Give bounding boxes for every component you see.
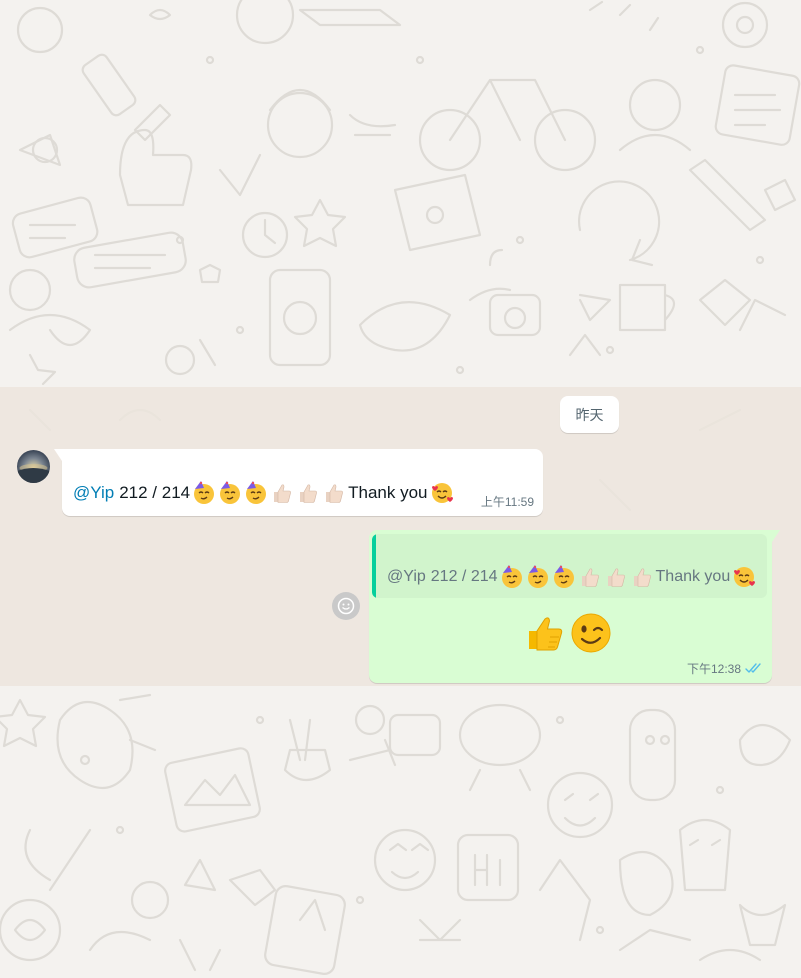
message-suffix: Thank you — [348, 483, 428, 502]
partying-face-icon — [194, 481, 215, 504]
mention-link[interactable]: @Yip — [73, 483, 114, 503]
reaction-button[interactable] — [332, 592, 360, 620]
winking-face-icon — [571, 613, 611, 653]
smiling-face-with-hearts-icon — [431, 483, 453, 503]
date-divider-label: 昨天 — [575, 406, 604, 423]
partying-face-icon — [246, 481, 267, 504]
date-divider: 昨天 — [560, 396, 619, 433]
sender-avatar[interactable] — [17, 450, 50, 483]
quoted-body: 212 / 214 — [430, 568, 498, 585]
smiley-icon — [337, 597, 355, 615]
quote-accent-bar — [372, 534, 376, 598]
smiling-face-with-hearts-icon — [734, 567, 756, 587]
quoted-message[interactable]: @Yip 212 / 214 Thank you — [372, 534, 767, 598]
incoming-message[interactable]: @Yip 212 / 214 Thank you 上午11:59 — [54, 449, 543, 516]
message-meta: 下午12:38 — [687, 660, 763, 677]
quoted-mention: @Yip — [387, 568, 426, 585]
message-timestamp: 上午11:59 — [480, 495, 534, 509]
emoji-only-message — [524, 612, 612, 654]
incoming-message-text: @Yip 212 / 214 Thank you — [73, 481, 456, 505]
thumbs-up-icon — [326, 484, 344, 503]
message-body: 212 / 214 — [119, 483, 191, 502]
thumbs-up-icon — [300, 484, 318, 503]
thumbs-up-icon — [274, 484, 292, 503]
emoji-run — [500, 565, 656, 589]
quoted-suffix: Thank you — [655, 568, 731, 585]
partying-face-icon — [553, 565, 574, 588]
double-check-icon — [745, 663, 761, 673]
partying-face-icon — [527, 565, 548, 588]
thumbs-up-icon — [581, 568, 599, 587]
thumbs-up-icon — [633, 568, 651, 587]
bubble-tail — [772, 530, 780, 542]
thumbs-up-icon — [607, 568, 625, 587]
thumbs-up-icon — [529, 617, 563, 651]
quoted-message-text: @Yip 212 / 214 Thank you — [387, 565, 758, 589]
partying-face-icon — [220, 481, 241, 504]
outgoing-message[interactable]: @Yip 212 / 214 Thank you 下午12:38 — [369, 530, 780, 683]
partying-face-icon — [501, 565, 522, 588]
emoji-run — [192, 481, 348, 505]
message-timestamp: 下午12:38 — [686, 662, 741, 676]
bubble-tail — [54, 449, 62, 461]
